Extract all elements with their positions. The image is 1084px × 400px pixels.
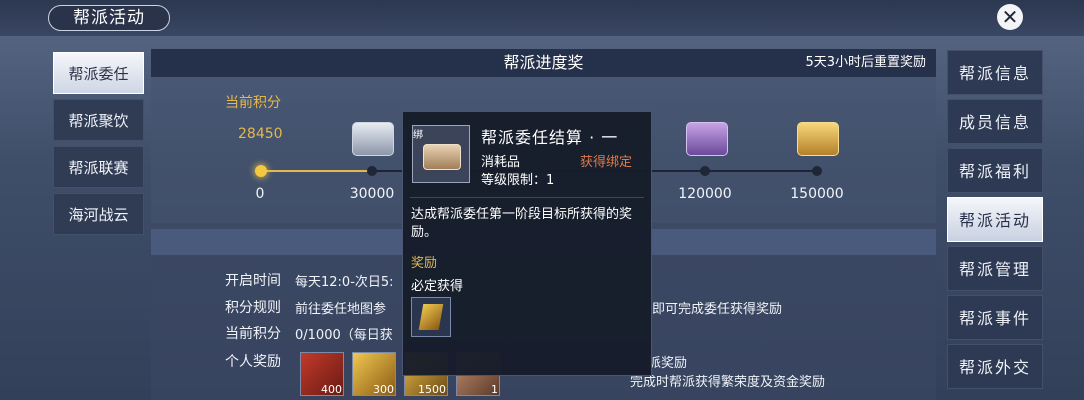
milestone-label: 0 (255, 186, 265, 202)
reward-count: 1500 (418, 383, 446, 396)
tooltip-acquire: 获得绑定 (580, 155, 633, 170)
tooltip-must-get: 必定获得 (411, 279, 464, 294)
purple-chest-icon[interactable] (686, 122, 728, 156)
daily-score-value: 0/1000（每日获 (295, 328, 393, 343)
current-score-label: 当前积分 (225, 95, 281, 111)
tab-guild-activity[interactable]: 帮派活动 (947, 197, 1043, 242)
progress-node (700, 166, 710, 176)
reward-count: 400 (321, 383, 342, 396)
gold-chest-icon[interactable] (797, 122, 839, 156)
tab-guild-drinking[interactable]: 帮派聚饮 (53, 99, 144, 141)
rule-label: 积分规则 (225, 300, 281, 316)
current-score-value: 28450 (238, 126, 283, 142)
tab-guild-info[interactable]: 帮派信息 (947, 50, 1043, 95)
tab-guild-commission[interactable]: 帮派委任 (53, 52, 144, 94)
tab-guild-manage[interactable]: 帮派管理 (947, 246, 1043, 291)
tab-member-info[interactable]: 成员信息 (947, 99, 1043, 144)
rule-value: 前往委任地图参 (295, 302, 387, 317)
tab-guild-welfare[interactable]: 帮派福利 (947, 148, 1043, 193)
rule-value-tail: 即可完成委任获得奖励 (652, 302, 783, 317)
open-time-label: 开启时间 (225, 273, 281, 289)
daily-score-label: 当前积分 (225, 326, 281, 342)
tab-guild-league[interactable]: 帮派联赛 (53, 146, 144, 188)
tooltip-type: 消耗品 (481, 155, 521, 170)
gold-ticket-icon (418, 304, 444, 330)
silver-chest-icon[interactable] (352, 122, 394, 156)
progress-node-current (255, 165, 267, 177)
bind-tag: 绑 (413, 130, 423, 141)
reward-count: 300 (373, 383, 394, 396)
tooltip-level: 等级限制：1 (481, 173, 555, 188)
box-icon (423, 144, 461, 170)
open-time-value: 每天12:0-次日5: (295, 275, 394, 290)
tooltip-description: 达成帮派委任第一阶段目标所获得的奖励。 (411, 207, 633, 240)
tooltip-reward-slot[interactable] (411, 297, 451, 337)
tooltip-reward-heading: 奖励 (411, 256, 438, 271)
progress-node (812, 166, 822, 176)
guild-reward-label: 派奖励 (648, 356, 688, 371)
milestone-label: 30000 (349, 186, 395, 202)
tooltip-title: 帮派委任结算 · 一 (481, 128, 619, 147)
progress-fill (260, 170, 372, 172)
reset-countdown: 5天3小时后重置奖励 (805, 55, 926, 70)
milestone-label: 120000 (678, 186, 732, 202)
close-icon[interactable]: ✕ (997, 4, 1023, 30)
tab-guild-diplomacy[interactable]: 帮派外交 (947, 344, 1043, 389)
tooltip-divider (410, 197, 644, 198)
tab-river-battle[interactable]: 海河战云 (53, 193, 144, 235)
guild-reward-text: 完成时帮派获得繁荣度及资金奖励 (630, 375, 826, 390)
page-title: 帮派活动 (48, 5, 170, 31)
reward-count: 1 (491, 383, 498, 396)
tab-guild-events[interactable]: 帮派事件 (947, 295, 1043, 340)
progress-node (367, 166, 377, 176)
milestone-label: 150000 (790, 186, 844, 202)
personal-reward-label: 个人奖励 (225, 354, 281, 370)
